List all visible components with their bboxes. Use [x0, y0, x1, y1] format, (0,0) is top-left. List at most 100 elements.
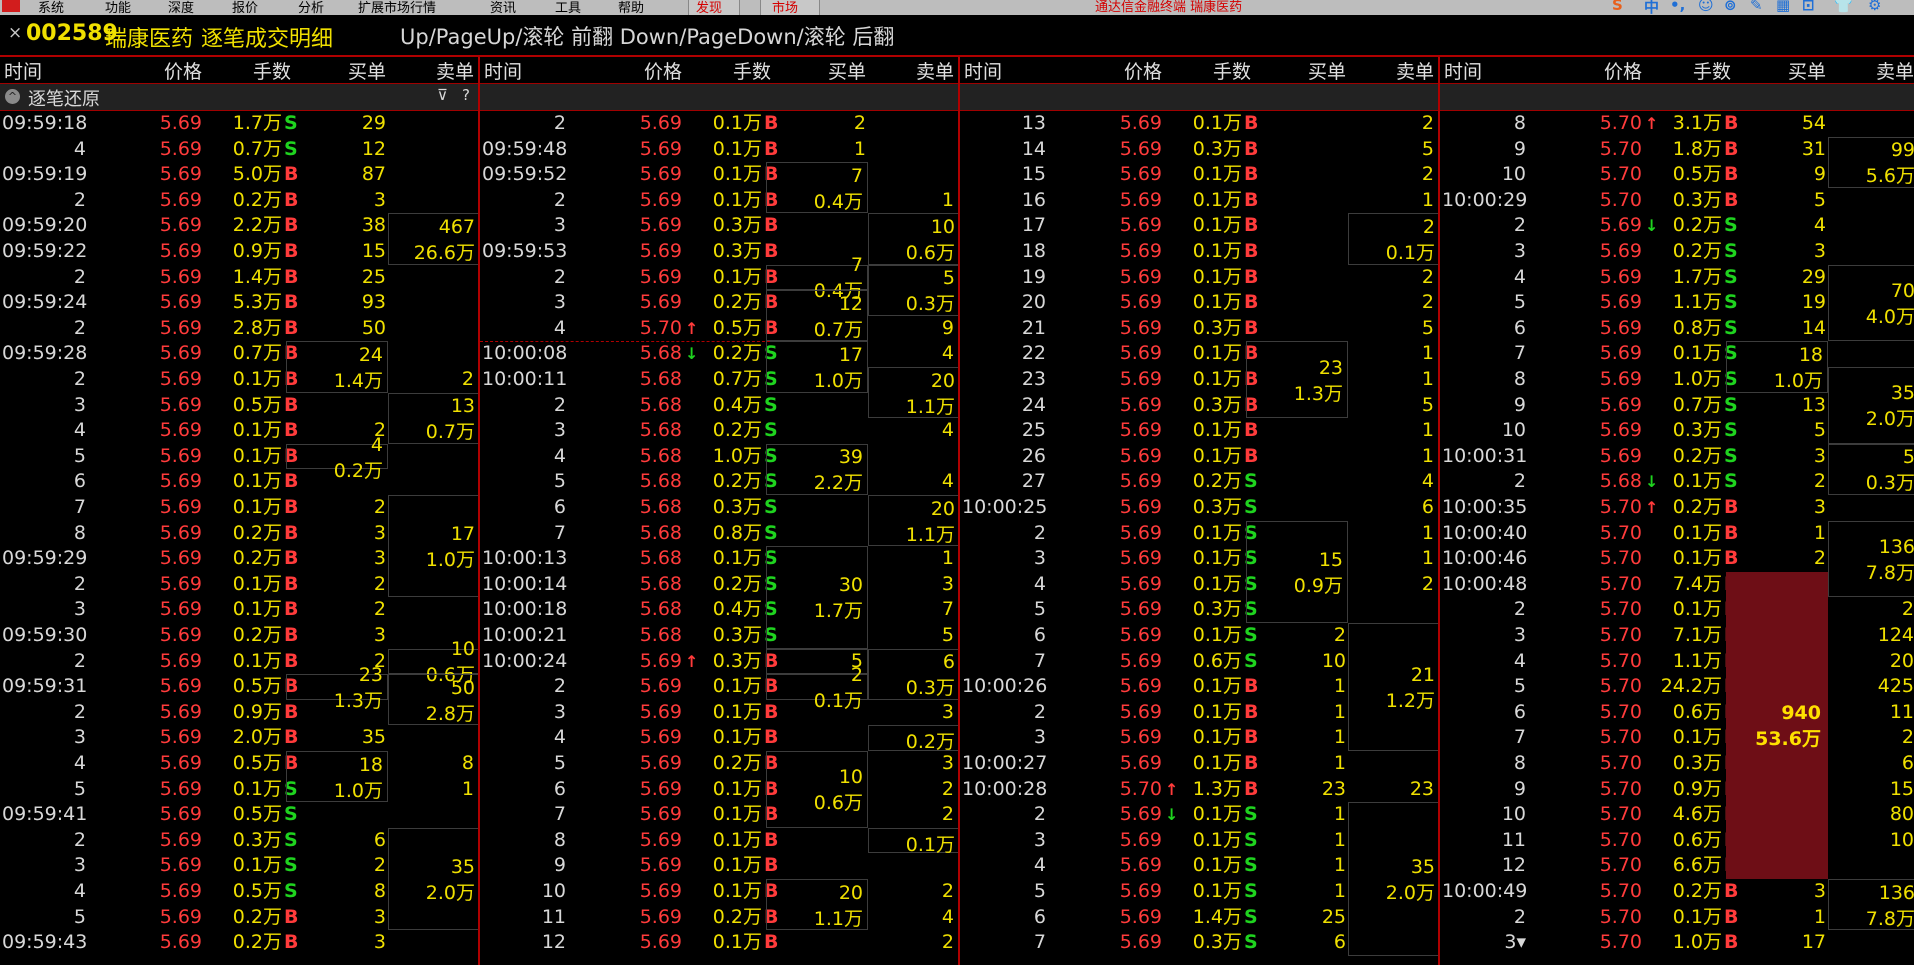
sell-order-group[interactable]: 35 2.0万	[388, 827, 478, 931]
tick-detail-grid[interactable]: 时间 价格 手数 买单 卖单 ^ 逐笔还原 ⊽? 09:59:18 5.69 1.7万 S 29 4 5.6…	[0, 55, 1914, 965]
sell-order-group[interactable]: 5 0.3万	[1828, 443, 1914, 495]
tick-row[interactable]: 20 5.69 0.1万 B 2	[960, 290, 1438, 316]
tick-row[interactable]: 09:59:48 5.69 0.1万 B 1	[480, 137, 958, 163]
tick-row[interactable]: 4 5.69 0.5万 B 8	[0, 751, 478, 777]
buy-order-group[interactable]: 940 53.6万	[1726, 571, 1828, 879]
tick-row[interactable]: 3 5.68 0.2万 S 4	[480, 418, 958, 444]
sell-order-group[interactable]: 10 0.6万	[868, 213, 958, 265]
tick-row[interactable]: 3▾ 5.70 1.0万 B 17	[1440, 930, 1914, 956]
tick-row[interactable]: 19 5.69 0.1万 B 2	[960, 265, 1438, 291]
sell-order-group[interactable]: 13 0.7万	[388, 392, 478, 444]
tick-row[interactable]: 11 5.69 0.2万 B 4	[480, 905, 958, 931]
buy-order-group[interactable]: 23 1.3万	[286, 664, 388, 712]
sell-order-group[interactable]: 20 1.1万	[868, 495, 958, 547]
tick-row[interactable]: 10:00:25 5.69 0.3万 S 6	[960, 495, 1438, 521]
col-buy-header[interactable]: 买单	[1308, 57, 1346, 84]
tick-row[interactable]: 2 5.69 0.1万 B 2	[0, 367, 478, 393]
tick-row[interactable]: 16 5.69 0.1万 B 1	[960, 188, 1438, 214]
tick-row[interactable]: 125.706.6万B	[1440, 853, 1914, 879]
col-buy-header[interactable]: 买单	[1788, 57, 1826, 84]
buy-order-group[interactable]: 10 0.6万	[766, 751, 868, 828]
buy-order-group[interactable]: 24 1.4万	[286, 341, 388, 393]
tick-row[interactable]: 45.701.1万B20	[1440, 649, 1914, 675]
tick-row[interactable]: 35.707.1万B124	[1440, 623, 1914, 649]
buy-order-group[interactable]: 7 0.4万	[766, 254, 868, 302]
col-vol-header[interactable]: 手数	[1693, 57, 1731, 84]
tick-row[interactable]: 3 5.69 0.1万 B 2	[0, 597, 478, 623]
tick-row[interactable]: 12 5.69 0.1万 B 2	[480, 930, 958, 956]
sell-order-group[interactable]: 20 1.1万	[868, 367, 958, 419]
tick-row[interactable]: 10:00:29 5.70 0.3万 B 5	[1440, 188, 1914, 214]
tick-row[interactable]: 5 5.69 0.3万 S	[960, 597, 1438, 623]
buy-order-group[interactable]: 20 1.1万	[766, 879, 868, 931]
tick-row[interactable]: 10 5.69 0.1万 B 2	[480, 879, 958, 905]
sell-order-group[interactable]: 35 2.0万	[1828, 367, 1914, 444]
tick-row[interactable]: 2 5.69 0.1万 S 1	[960, 521, 1438, 547]
col-price-header[interactable]: 价格	[644, 57, 682, 84]
menu-item-help[interactable]: 帮助	[618, 0, 644, 15]
tick-row[interactable]: 09:59:18 5.69 1.7万 S 29	[0, 111, 478, 137]
sell-order-group[interactable]: 17 1.0万	[388, 495, 478, 598]
tick-row[interactable]: 2 5.69 0.1万 B 1	[480, 188, 958, 214]
skin-icon[interactable]: 👕	[1834, 0, 1853, 14]
tick-row[interactable]: 2 5.69 2.8万 B 50	[0, 316, 478, 342]
tick-row[interactable]: 5 5.69 0.1万 S 1	[0, 777, 478, 803]
tick-row[interactable]: 9 5.69 0.1万 B	[480, 853, 958, 879]
menu-item-ext-market[interactable]: 扩展市场行情	[358, 0, 436, 15]
restore-label[interactable]: 逐笔还原	[28, 85, 100, 111]
col-vol-header[interactable]: 手数	[1213, 57, 1251, 84]
tick-row[interactable]: 4 5.68 1.0万 S	[480, 444, 958, 470]
punct-switch[interactable]: •,	[1670, 0, 1685, 14]
tick-row[interactable]: 105.704.6万B80	[1440, 802, 1914, 828]
tick-row[interactable]: 09:59:52 5.69 0.1万 B	[480, 162, 958, 188]
voice-icon[interactable]: ⊚	[1724, 0, 1737, 14]
buy-order-group[interactable]: 18 1.0万	[1726, 341, 1828, 393]
sell-order-group[interactable]: 50 2.8万	[388, 674, 478, 726]
col-sell-header[interactable]: 卖单	[1876, 57, 1914, 84]
col-sell-header[interactable]: 卖单	[436, 57, 474, 84]
tick-row[interactable]: 25.700.1万B2	[1440, 597, 1914, 623]
col-time-header[interactable]: 时间	[484, 57, 522, 84]
tick-row[interactable]: 7 5.69 0.1万 B 2	[480, 802, 958, 828]
buy-order-group[interactable]: 7 0.4万	[766, 162, 868, 214]
tick-row[interactable]: 85.700.3万B6	[1440, 751, 1914, 777]
tick-row[interactable]: 10:00:08 5.68 ↓ 0.2万 S 4	[480, 341, 958, 367]
filter-icon[interactable]: ⊽	[437, 86, 448, 104]
buy-order-group[interactable]: 39 2.2万	[766, 443, 868, 495]
toolbox-icon[interactable]: ⊡	[1802, 0, 1815, 14]
col-sell-header[interactable]: 卖单	[1396, 57, 1434, 84]
col-buy-header[interactable]: 买单	[348, 57, 386, 84]
col-time-header[interactable]: 时间	[4, 57, 42, 84]
handwrite-icon[interactable]: ✎	[1750, 0, 1763, 14]
tick-row[interactable]: 26 5.69 0.1万 B 1	[960, 444, 1438, 470]
col-time-header[interactable]: 时间	[964, 57, 1002, 84]
tick-row[interactable]: 09:59:19 5.69 5.0万 B 87	[0, 162, 478, 188]
col-price-header[interactable]: 价格	[1124, 57, 1162, 84]
menu-item-function[interactable]: 功能	[105, 0, 131, 15]
menu-item-discover[interactable]: 发现	[696, 0, 722, 15]
sell-order-group[interactable]: 99 5.6万	[1828, 136, 1914, 188]
col-vol-header[interactable]: 手数	[253, 57, 291, 84]
tick-row[interactable]: 09:59:28 5.69 0.7万 B	[0, 341, 478, 367]
tick-row[interactable]: 3 5.69 2.0万 B 35	[0, 725, 478, 751]
tick-row[interactable]: 10:00:18 5.68 0.4万 S 7	[480, 597, 958, 623]
buy-order-group[interactable]: 4 0.2万	[286, 434, 388, 482]
buy-order-group[interactable]: 12 0.7万	[766, 290, 868, 342]
menu-item-news[interactable]: 资讯	[490, 0, 516, 15]
emoji-icon[interactable]: ☺	[1698, 0, 1714, 14]
tick-row[interactable]: 10:00:28 5.70 ↑ 1.3万 B 23 23	[960, 777, 1438, 803]
sell-order-group[interactable]: 0.2万	[868, 725, 958, 753]
tick-row[interactable]: 5 5.69 0.1万 B	[0, 444, 478, 470]
tick-row[interactable]: 09:59:43 5.69 0.2万 B 3	[0, 930, 478, 956]
col-price-header[interactable]: 价格	[164, 57, 202, 84]
close-icon[interactable]: ×	[8, 23, 22, 43]
tick-row[interactable]: 10:00:27 5.69 0.1万 B 1	[960, 751, 1438, 777]
tick-row[interactable]: 21 5.69 0.3万 B 5	[960, 316, 1438, 342]
tick-row[interactable]: 10:00:35 5.70 ↑ 0.2万 B 3	[1440, 495, 1914, 521]
tick-row[interactable]: 6 5.69 0.1万 B 2	[480, 777, 958, 803]
tick-row[interactable]: 6 5.69 0.1万 B	[0, 469, 478, 495]
sell-order-group[interactable]: 10 0.6万	[388, 638, 478, 686]
buy-order-group[interactable]: 17 1.0万	[766, 341, 868, 393]
tick-row[interactable]: 2 5.69 0.2万 B 3	[0, 188, 478, 214]
sell-order-group[interactable]: 6 0.3万	[868, 648, 958, 700]
